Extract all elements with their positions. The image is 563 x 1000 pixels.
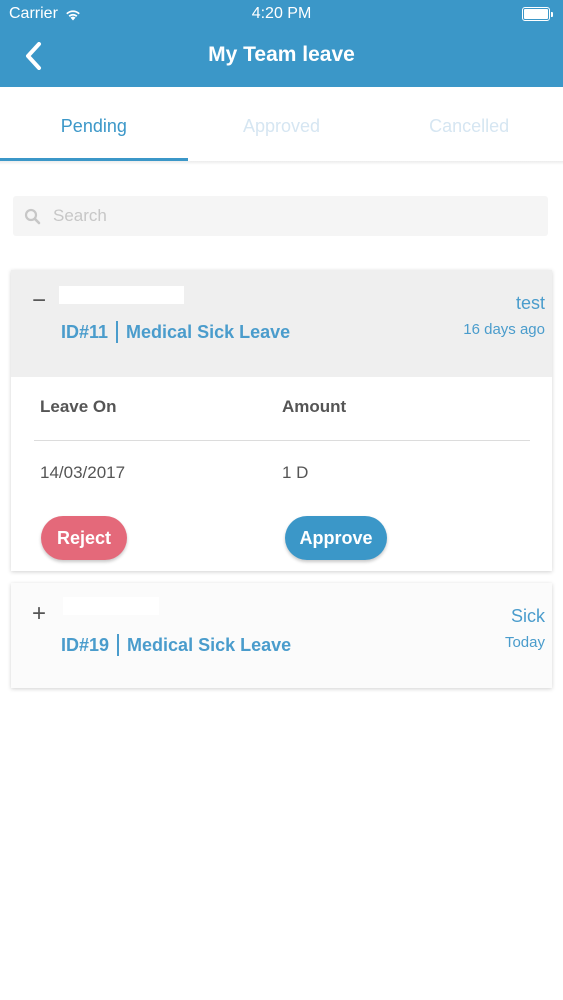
detail-divider xyxy=(34,440,530,441)
tab-bar: Pending Approved Cancelled xyxy=(0,106,563,162)
leave-reference: ID#19 Medical Sick Leave xyxy=(61,634,291,656)
search-input[interactable] xyxy=(53,206,533,226)
employee-name-redacted xyxy=(59,286,184,304)
leave-type: Medical Sick Leave xyxy=(126,321,291,342)
leave-id: ID#11 xyxy=(61,321,109,342)
leave-age: Today xyxy=(504,634,545,651)
page-title: My Team leave xyxy=(208,43,355,66)
collapse-icon[interactable]: − xyxy=(30,289,48,313)
battery-icon xyxy=(522,7,554,21)
search-icon xyxy=(24,208,41,224)
leave-request-header[interactable]: − ID#11 Medical Sick Leave test 16 days … xyxy=(11,270,552,377)
reject-button[interactable]: Reject xyxy=(41,516,127,560)
leave-reference: ID#11 Medical Sick Leave xyxy=(61,321,290,343)
app-header: Carrier 4:20 PM My Team leave xyxy=(0,0,563,87)
leave-request-card: + ID#19 Medical Sick Leave Sick Today xyxy=(11,583,552,688)
approve-button[interactable]: Approve xyxy=(285,516,387,560)
leave-reason: test xyxy=(515,293,545,313)
tab-cancelled[interactable]: Cancelled xyxy=(375,106,563,162)
leave-age: 16 days ago xyxy=(463,321,545,338)
reference-separator xyxy=(117,634,120,656)
tab-approved[interactable]: Approved xyxy=(188,106,376,162)
leave-type: Medical Sick Leave xyxy=(127,634,292,655)
tab-bar-shadow xyxy=(0,161,563,165)
employee-name-redacted xyxy=(63,597,159,615)
leave-id: ID#19 xyxy=(61,634,110,655)
tab-pending[interactable]: Pending xyxy=(0,106,188,162)
amount-header: Amount xyxy=(282,397,347,416)
leave-on-value: 14/03/2017 xyxy=(40,463,126,482)
expand-icon[interactable]: + xyxy=(30,602,48,626)
reference-separator xyxy=(116,321,119,343)
status-time: 4:20 PM xyxy=(251,5,312,22)
leave-request-header[interactable]: + ID#19 Medical Sick Leave Sick Today xyxy=(11,583,552,690)
leave-on-header: Leave On xyxy=(40,397,117,416)
search-bar xyxy=(13,196,548,236)
leave-request-card: − ID#11 Medical Sick Leave test 16 days … xyxy=(11,270,552,571)
leave-reason: Sick xyxy=(510,606,545,626)
amount-value: 1 D xyxy=(282,463,309,482)
status-bar: Carrier 4:20 PM xyxy=(0,0,563,28)
